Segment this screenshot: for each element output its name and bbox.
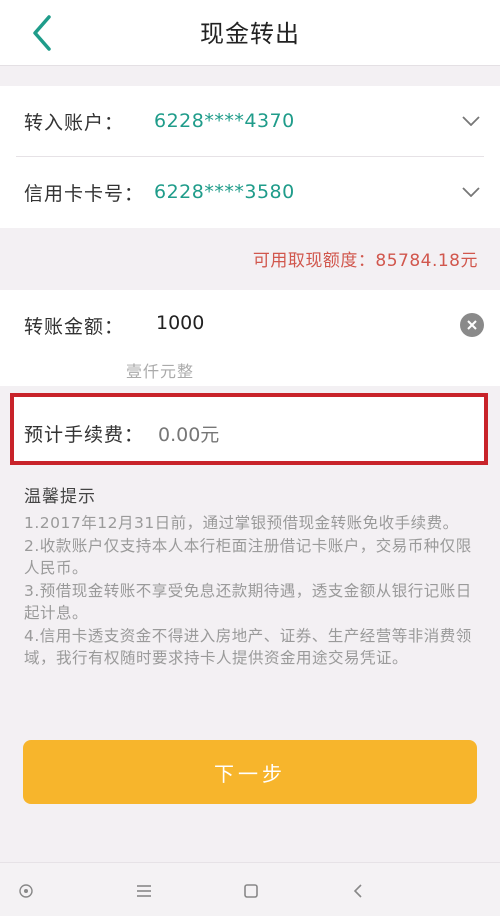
system-nav-bar <box>0 862 500 916</box>
cash-withdrawal-quota: 可用取现额度：85784.18元 <box>252 251 478 271</box>
credit-card-select[interactable]: 信用卡卡号： 6228****3580 <box>24 157 486 227</box>
amount-input[interactable]: 1000 <box>156 312 204 334</box>
nav-back-button[interactable] <box>344 877 372 905</box>
transfer-in-label: 转入账户： <box>24 111 125 134</box>
close-icon <box>467 320 477 330</box>
tips-list: 1.2017年12月31日前，通过掌银预借现金转账免收手续费。 2.收款账户仅支… <box>24 512 482 670</box>
chevron-left-icon <box>353 884 362 898</box>
tip-item: 3.预借现金转账不享受免息还款期待遇，透支金额从银行记账日起计息。 <box>24 581 472 623</box>
tips-title: 温馨提示 <box>24 487 96 507</box>
chevron-down-icon <box>456 106 486 136</box>
next-step-button[interactable]: 下一步 <box>23 740 477 804</box>
fee-label: 预计手续费： <box>24 424 145 446</box>
top-bar: 现金转出 <box>0 0 500 66</box>
credit-card-label: 信用卡卡号： <box>24 182 145 205</box>
assistant-button[interactable] <box>12 877 40 905</box>
chevron-down-icon <box>456 177 486 207</box>
tip-item: 4.信用卡透支资金不得进入房地产、证券、生产经营等非消费领域，我行有权随时要求持… <box>24 626 472 668</box>
amount-in-words: 壹仟元整 <box>126 362 195 381</box>
circle-dot-icon <box>19 884 33 898</box>
credit-card-value: 6228****3580 <box>154 181 295 203</box>
menu-button[interactable] <box>130 877 158 905</box>
transfer-in-value: 6228****4370 <box>154 110 295 132</box>
home-button[interactable] <box>237 877 265 905</box>
amount-label: 转账金额： <box>24 316 125 338</box>
transfer-in-account-select[interactable]: 转入账户： 6228****4370 <box>24 86 486 156</box>
clear-amount-button[interactable] <box>460 313 484 337</box>
tip-item: 1.2017年12月31日前，通过掌银预借现金转账免收手续费。 <box>24 514 459 532</box>
menu-icon <box>137 885 151 897</box>
tip-item: 2.收款账户仅支持本人本行柜面注册借记卡账户，交易币种仅限人民币。 <box>24 536 472 578</box>
page-title: 现金转出 <box>200 20 300 48</box>
fee-value: 0.00元 <box>158 424 220 446</box>
square-icon <box>244 884 258 898</box>
